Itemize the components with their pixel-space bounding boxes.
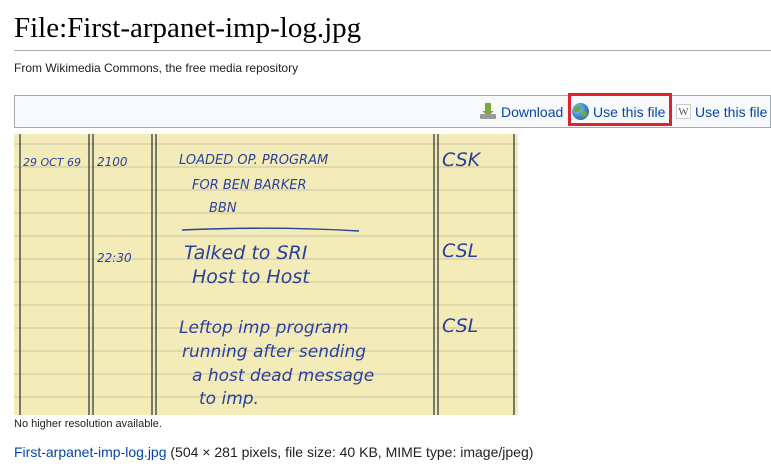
entry-2-line-1: Talked to SRI: [184, 242, 308, 264]
use-this-file-wiki-label: Use this file: [695, 103, 768, 120]
entry-2-time: 22:30: [97, 251, 132, 265]
download-icon: [480, 103, 497, 120]
use-this-file-label: Use this file: [593, 103, 666, 120]
download-label: Download: [501, 103, 564, 120]
use-this-file-button[interactable]: Use this file: [572, 96, 665, 127]
entry-1-line-1: LOADED OP. PROGRAM: [179, 153, 328, 168]
file-toolbar: Download Use this file W Use this file: [14, 93, 771, 128]
no-higher-resolution-note: No higher resolution available.: [14, 418, 162, 430]
page-title: File:First-arpanet-imp-log.jpg: [14, 12, 362, 44]
globe-icon: [572, 103, 589, 120]
use-this-file-wiki-button[interactable]: W Use this file: [676, 96, 767, 127]
entry-1-line-3: BBN: [209, 201, 237, 216]
entry-1-line-2: FOR BEN BARKER: [192, 178, 306, 193]
log-image-drawing: 29 OCT 69 2100 LOADED OP. PROGRAM FOR BE…: [14, 134, 518, 415]
title-divider: [14, 50, 771, 51]
entry-1-initials: CSK: [442, 149, 482, 171]
entry-3-line-3: a host dead message: [192, 366, 374, 386]
entry-3-initials: CSL: [442, 315, 478, 337]
entry-3-line-2: running after sending: [182, 342, 366, 362]
entry-3-line-4: to imp.: [199, 389, 259, 409]
download-button[interactable]: Download: [480, 96, 563, 127]
entry-2-initials: CSL: [442, 240, 478, 262]
wikipedia-icon: W: [676, 104, 691, 119]
entry-1-date: 29 OCT 69: [23, 156, 81, 169]
log-image[interactable]: 29 OCT 69 2100 LOADED OP. PROGRAM FOR BE…: [14, 134, 518, 415]
file-info: First-arpanet-imp-log.jpg (504 × 281 pix…: [14, 444, 533, 460]
entry-3-line-1: Leftop imp program: [179, 318, 349, 338]
site-subtitle: From Wikimedia Commons, the free media r…: [14, 61, 299, 75]
entry-2-line-2: Host to Host: [192, 266, 311, 288]
file-link[interactable]: First-arpanet-imp-log.jpg: [14, 444, 167, 460]
entry-1-time: 2100: [97, 155, 128, 169]
file-details: (504 × 281 pixels, file size: 40 KB, MIM…: [170, 444, 534, 460]
